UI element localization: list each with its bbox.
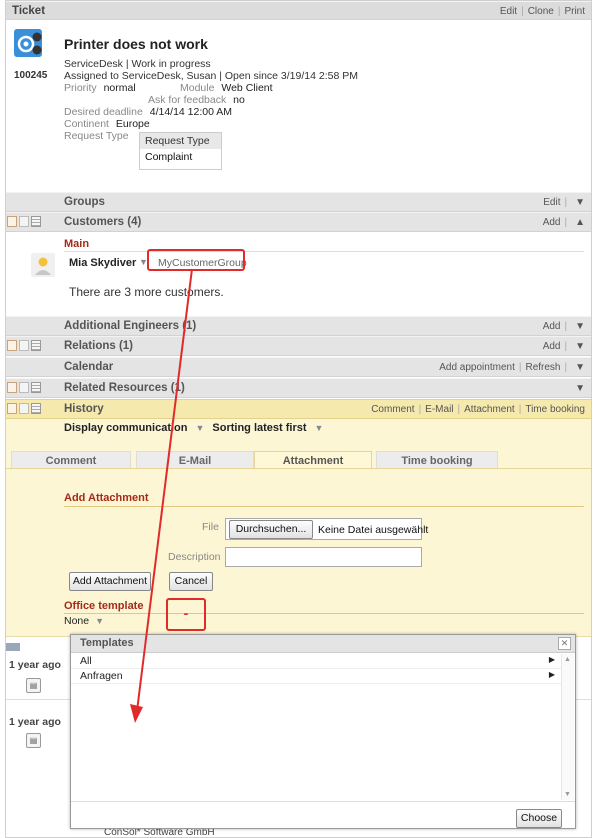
annotation-arrow <box>130 268 193 723</box>
ticket-panel: Ticket Edit | Clone | Print 100245 Printer d… <box>5 0 592 838</box>
